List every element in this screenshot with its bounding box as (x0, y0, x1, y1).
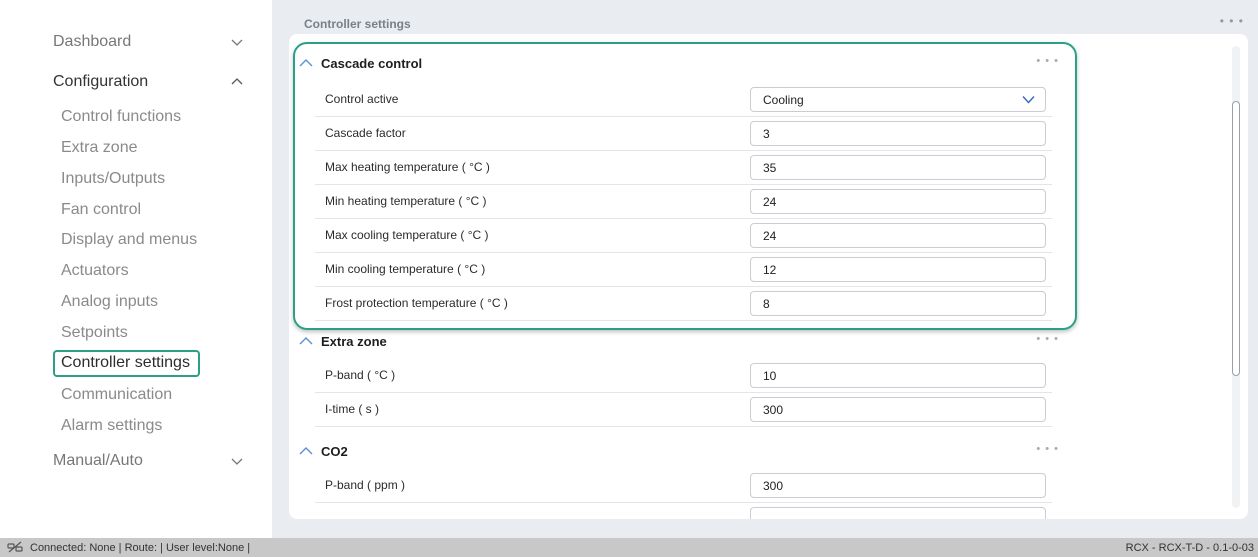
cascade-factor-input[interactable]: 3 (750, 121, 1046, 146)
setting-label: Max cooling temperature ( °C ) (325, 228, 489, 242)
nav-dashboard[interactable]: Dashboard (53, 33, 243, 51)
scrollbar[interactable] (1232, 46, 1240, 508)
nav-dashboard-label: Dashboard (53, 33, 132, 50)
setting-row-min-cooling-temperature: Min cooling temperature ( °C ) 12 (315, 253, 1052, 287)
section-title: Extra zone (321, 333, 387, 349)
nav-item-display-and-menus[interactable]: Display and menus (61, 231, 197, 249)
page-title: Controller settings (304, 17, 411, 31)
co2-p-band-input[interactable]: 300 (750, 473, 1046, 498)
nav-item-analog-inputs[interactable]: Analog inputs (61, 293, 158, 311)
chevron-up-icon (299, 447, 313, 455)
nav-item-control-functions[interactable]: Control functions (61, 108, 181, 126)
section-more-icon[interactable]: • • • (1036, 443, 1059, 455)
device-info: RCX - RCX-T-D - 0.1-0-03 (1125, 542, 1254, 554)
connection-status: Connected: None | Route: | User level:No… (30, 542, 251, 554)
sidebar: Dashboard Configuration Control function… (0, 0, 272, 538)
more-dots-icon: • • • (1219, 14, 1244, 28)
setting-label: P-band ( ppm ) (325, 478, 406, 492)
max-heating-temperature-input[interactable]: 35 (750, 155, 1046, 180)
chevron-up-icon (231, 78, 243, 85)
chevron-down-icon (1022, 95, 1035, 104)
setting-row-co2-p-band: P-band ( ppm ) 300 (315, 469, 1052, 503)
partial-input[interactable] (750, 507, 1046, 519)
nav-item-extra-zone[interactable]: Extra zone (61, 139, 137, 157)
section-header-cascade-control[interactable]: Cascade control • • • (299, 53, 1059, 73)
setting-row-i-time: I-time ( s ) 300 (315, 393, 1052, 427)
setting-row-max-heating-temperature: Max heating temperature ( °C ) 35 (315, 151, 1052, 185)
setting-row-control-active: Control active Cooling (315, 83, 1052, 117)
section-header-co2[interactable]: CO2 • • • (299, 441, 1059, 461)
i-time-input[interactable]: 300 (750, 397, 1046, 422)
nav-item-alarm-settings[interactable]: Alarm settings (61, 417, 162, 435)
status-bar: Connected: None | Route: | User level:No… (0, 538, 1258, 557)
settings-panel: Cascade control • • • Control active Coo… (289, 34, 1248, 519)
setting-row-p-band: P-band ( °C ) 10 (315, 359, 1052, 393)
nav-item-controller-settings[interactable]: Controller settings (53, 350, 200, 377)
control-active-select[interactable]: Cooling (750, 87, 1046, 112)
section-title: CO2 (321, 443, 348, 459)
frost-protection-temperature-input[interactable]: 8 (750, 291, 1046, 316)
setting-row-partial (315, 503, 1052, 519)
page-more-menu[interactable]: • • • (1220, 14, 1244, 28)
min-heating-temperature-input[interactable]: 24 (750, 189, 1046, 214)
setting-label: Min cooling temperature ( °C ) (325, 262, 486, 276)
min-cooling-temperature-input[interactable]: 12 (750, 257, 1046, 282)
setting-row-max-cooling-temperature: Max cooling temperature ( °C ) 24 (315, 219, 1052, 253)
section-more-icon[interactable]: • • • (1036, 55, 1059, 67)
setting-label: Max heating temperature ( °C ) (325, 160, 490, 174)
scrollbar-thumb[interactable] (1232, 101, 1240, 376)
section-title: Cascade control (321, 55, 423, 71)
disconnected-plug-icon (7, 541, 23, 553)
setting-label: Min heating temperature ( °C ) (325, 194, 487, 208)
nav-manual-auto-label: Manual/Auto (53, 452, 143, 469)
setting-label: P-band ( °C ) (325, 368, 396, 382)
chevron-down-icon (231, 39, 243, 46)
setting-label: Frost protection temperature ( °C ) (325, 296, 508, 310)
nav-item-communication[interactable]: Communication (61, 386, 172, 404)
setting-label: I-time ( s ) (325, 402, 379, 416)
p-band-input[interactable]: 10 (750, 363, 1046, 388)
nav-item-fan-control[interactable]: Fan control (61, 201, 141, 219)
nav-item-actuators[interactable]: Actuators (61, 262, 129, 280)
select-value: Cooling (763, 93, 804, 107)
section-more-icon[interactable]: • • • (1036, 333, 1059, 345)
setting-row-frost-protection-temperature: Frost protection temperature ( °C ) 8 (315, 287, 1052, 321)
max-cooling-temperature-input[interactable]: 24 (750, 223, 1046, 248)
nav-manual-auto[interactable]: Manual/Auto (53, 452, 243, 470)
nav-configuration[interactable]: Configuration (53, 73, 243, 91)
setting-row-cascade-factor: Cascade factor 3 (315, 117, 1052, 151)
section-header-extra-zone[interactable]: Extra zone • • • (299, 331, 1059, 351)
main-content: Controller settings • • • Cascade contro… (272, 0, 1258, 538)
chevron-down-icon (231, 458, 243, 465)
chevron-up-icon (299, 59, 313, 67)
nav-item-inputs-outputs[interactable]: Inputs/Outputs (61, 170, 165, 188)
setting-label: Cascade factor (325, 126, 406, 140)
nav-item-setpoints[interactable]: Setpoints (61, 324, 128, 342)
chevron-up-icon (299, 337, 313, 345)
nav-configuration-label: Configuration (53, 73, 149, 90)
setting-row-min-heating-temperature: Min heating temperature ( °C ) 24 (315, 185, 1052, 219)
setting-label: Control active (325, 92, 399, 106)
